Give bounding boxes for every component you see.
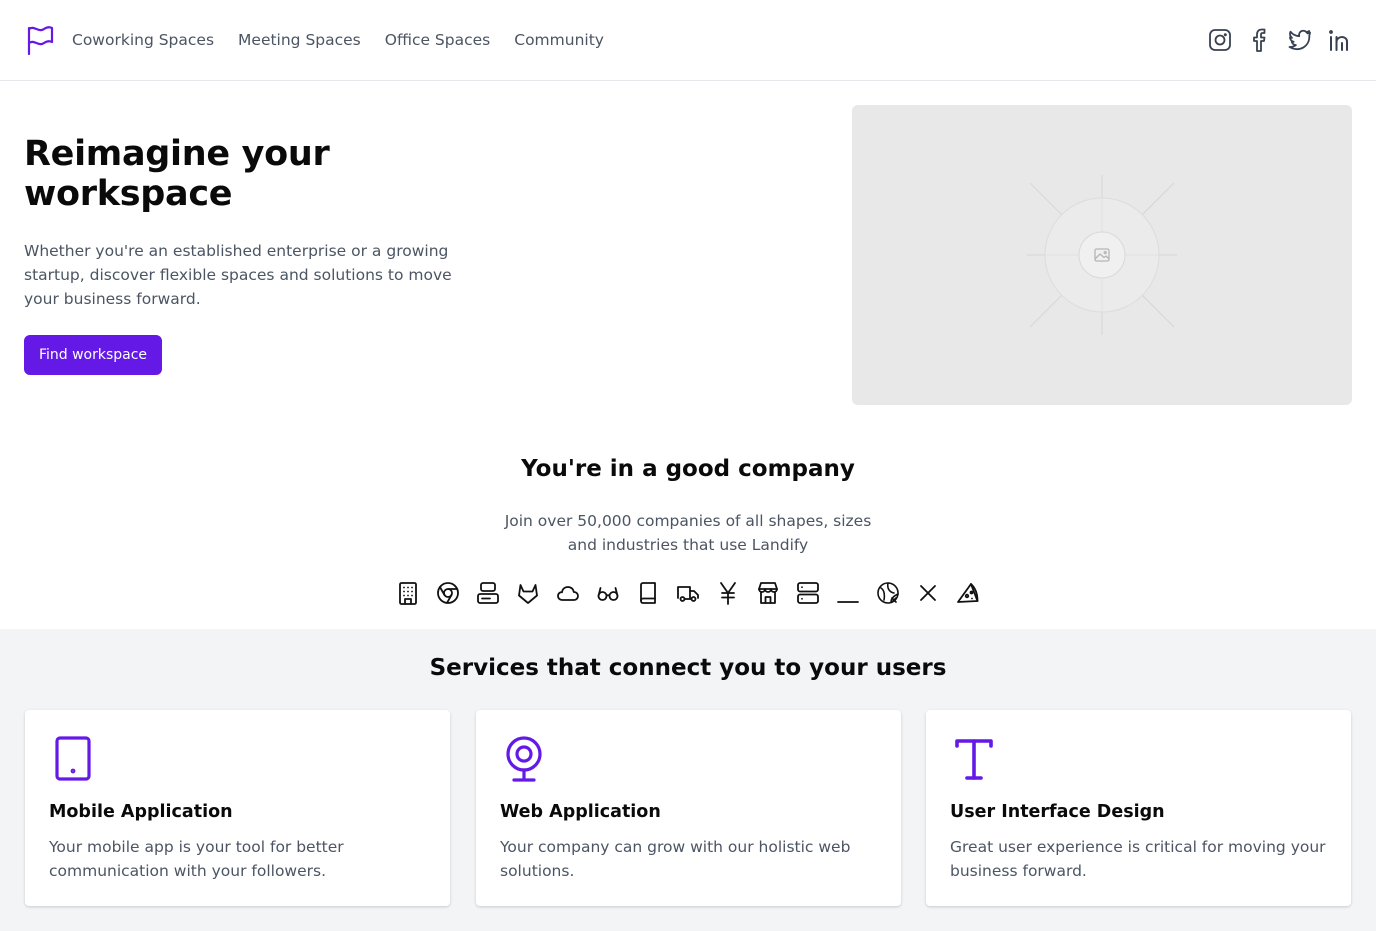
main-nav: Coworking Spaces Meeting Spaces Office S… — [72, 30, 604, 50]
service-card-user-interface-design: User Interface Design Great user experie… — [926, 710, 1351, 906]
server-stack-icon — [476, 580, 500, 606]
hero-subtitle: Whether you're an established enterprise… — [24, 242, 452, 308]
tablet-icon — [49, 732, 97, 788]
company-section-title: You're in a good company — [521, 456, 855, 482]
service-card-title: Mobile Application — [49, 802, 233, 822]
service-card-text: Your company can grow with our holistic … — [500, 838, 851, 880]
service-card-title: User Interface Design — [950, 802, 1165, 822]
nav-link-community[interactable]: Community — [514, 30, 604, 50]
glasses-icon — [596, 580, 620, 606]
instagram-icon[interactable] — [1208, 27, 1232, 53]
facebook-icon[interactable] — [1248, 27, 1272, 53]
service-card-web-application: Web Application Your company can grow wi… — [476, 710, 901, 906]
top-navbar: Coworking Spaces Meeting Spaces Office S… — [0, 0, 1376, 81]
x-icon — [916, 580, 940, 606]
typography-icon — [950, 732, 998, 788]
store-icon — [756, 580, 780, 606]
services-section: Services that connect you to your users … — [0, 629, 1376, 931]
service-card-mobile-application: Mobile Application Your mobile app is yo… — [25, 710, 450, 906]
find-workspace-button[interactable]: Find workspace — [24, 335, 162, 375]
services-title: Services that connect you to your users — [429, 655, 947, 681]
flag-icon[interactable] — [26, 24, 54, 56]
twitter-icon[interactable] — [1288, 27, 1312, 53]
underscore-icon — [836, 580, 860, 606]
server-icon — [796, 580, 820, 606]
company-section-subtitle: Join over 50,000 companies of all shapes… — [504, 512, 872, 554]
service-card-title: Web Application — [500, 802, 661, 822]
nav-link-coworking-spaces[interactable]: Coworking Spaces — [72, 30, 214, 50]
yen-icon — [716, 580, 740, 606]
book-icon — [636, 580, 660, 606]
linkedin-icon[interactable] — [1328, 27, 1352, 53]
hop-icon — [876, 580, 900, 606]
chrome-icon — [436, 580, 460, 606]
social-links — [1208, 27, 1352, 53]
image-placeholder-icon — [1027, 175, 1177, 335]
building-icon — [396, 580, 420, 606]
company-logo-strip — [396, 580, 980, 606]
nav-link-office-spaces[interactable]: Office Spaces — [385, 30, 490, 50]
webcam-icon — [500, 732, 548, 788]
cloud-icon — [556, 580, 580, 606]
gitlab-icon — [516, 580, 540, 606]
service-card-text: Your mobile app is your tool for better … — [49, 838, 344, 880]
service-card-text: Great user experience is critical for mo… — [950, 838, 1326, 880]
truck-icon — [676, 580, 700, 606]
pizza-icon — [956, 580, 980, 606]
nav-link-meeting-spaces[interactable]: Meeting Spaces — [238, 30, 361, 50]
hero-title: Reimagine your workspace — [24, 134, 330, 214]
hero-image-placeholder — [852, 105, 1352, 405]
